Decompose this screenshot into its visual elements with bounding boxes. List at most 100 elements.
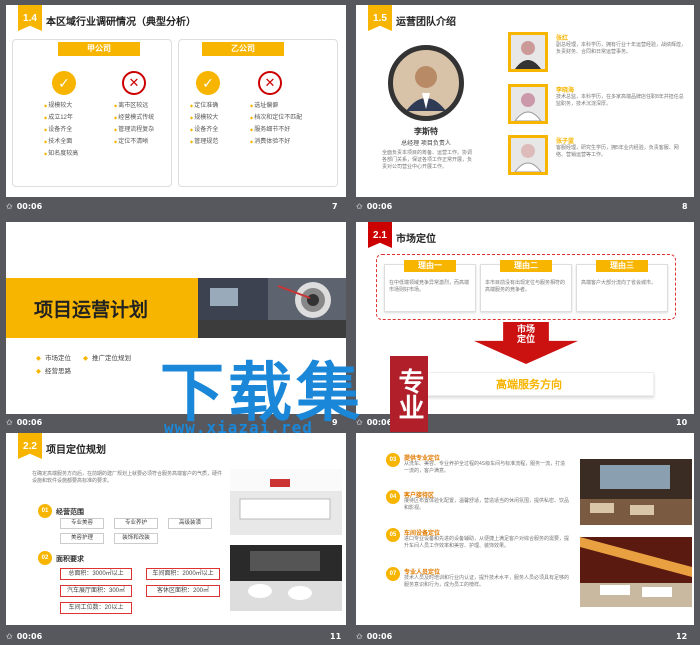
time-label: 00:06 xyxy=(366,418,393,427)
header-photo xyxy=(198,278,346,320)
person-icon xyxy=(514,144,542,173)
scope-tag: 专业美容 xyxy=(60,518,104,529)
area-tag: 客休区面积：200㎡ xyxy=(146,585,220,597)
scope-tag: 专业养护 xyxy=(114,518,158,529)
list-item: 规模较大 xyxy=(44,103,72,109)
b-pros-list: 定位准确 规模较大 设备齐全 管理规范 xyxy=(190,100,218,148)
leader-avatar xyxy=(388,45,464,121)
leader-name: 李斯特 xyxy=(414,127,438,136)
slide-7-timer: ✩ 00:06 xyxy=(6,202,42,211)
menu-item[interactable]: 经营思路 xyxy=(45,365,71,378)
item-number: 05 xyxy=(386,528,400,542)
section-badge: 2.2 xyxy=(18,433,42,459)
slide-9-timer: ✩ 00:06 xyxy=(6,418,42,427)
slide-8[interactable]: 1.5 运营团队介绍 李斯特 总经理 项目负责人 全面负责本项目的筹备、运营工作… xyxy=(356,5,694,197)
section-badge: 1.5 xyxy=(368,5,392,31)
time-label: 00:06 xyxy=(366,202,393,211)
member-desc: 副总经理，本科学历，拥有行业十年运营经验，战绩辉煌，负责财务、合同和日常运营事务… xyxy=(556,42,687,55)
slide-title: 运营团队介绍 xyxy=(396,17,456,28)
person-icon xyxy=(515,41,541,69)
area-tag: 车间工位数：20以上 xyxy=(60,602,132,614)
item-number: 04 xyxy=(386,490,400,504)
list-item: 成立12年 xyxy=(44,115,73,121)
list-item: 知名度较高 xyxy=(44,151,78,157)
time-label: 00:06 xyxy=(16,202,43,211)
cross-icon: ✕ xyxy=(258,71,282,95)
scope-tag: 装饰和改装 xyxy=(114,533,158,544)
slide-11[interactable]: 2.2 项目定位规划 在确定高端服务方向后，在前期的建厂规划上就要必须符合服务高… xyxy=(6,433,346,625)
list-item: 规模较大 xyxy=(190,115,218,121)
person-icon xyxy=(406,66,446,111)
member-photo xyxy=(508,135,548,175)
b-cons-list: 选址偏僻 档次和定位不匹配 服务细节不好 消费体验不好 xyxy=(250,100,302,148)
scope-tag: 美容护理 xyxy=(60,533,104,544)
menu-item[interactable]: 推广定位规划 xyxy=(92,352,131,365)
slide-12[interactable]: 03 提供专业定位 从洗车、美容、专业养护全过程的4S级车间与标准流程，服务一流… xyxy=(356,433,694,625)
interior-image xyxy=(580,537,692,607)
list-item: 设备齐全 xyxy=(190,127,218,133)
a-cons-list: 离市区较远 经营模式传统 管理流程复杂 定位不清晰 xyxy=(114,100,154,148)
item-text: 技术人员及时培训和行业内认证，提升技术水平，服务人员必须具有足够的服务意识和行为… xyxy=(404,575,570,588)
reason-text: 本市目前没有出现定位与服务相符的高端服务的竞争者。 xyxy=(485,280,566,293)
time-label: 00:06 xyxy=(366,632,393,641)
company-a-label: 甲公司 xyxy=(58,42,140,56)
item-number: 03 xyxy=(386,453,400,467)
slide-12-timer: ✩ 00:06 xyxy=(356,632,392,641)
list-item: 定位准确 xyxy=(190,103,218,109)
a-pros-list: 规模较大 成立12年 设备齐全 技术全面 知名度较高 xyxy=(44,100,78,160)
menu-list: ◆ 市场定位 ◆ 推广定位规划 ◆ 经营思路 xyxy=(36,352,131,378)
showroom-photo xyxy=(230,469,342,535)
slide-11-timer: ✩ 00:06 xyxy=(6,632,42,641)
item-text: 接待区布置体验化配置，温馨舒适，营造适当的休闲氛围，提供私密、饮品和影视。 xyxy=(404,498,570,511)
area-tag: 车间面积：2000㎡以上 xyxy=(146,568,220,580)
star-icon: ✩ xyxy=(6,632,13,641)
slide-number: 10 xyxy=(676,418,688,427)
member-photo xyxy=(508,32,548,72)
item-number: 07 xyxy=(386,567,400,581)
list-item: 技术全面 xyxy=(44,139,72,145)
time-label: 00:06 xyxy=(16,632,43,641)
slide-title: 本区域行业调研情况（典型分析） xyxy=(46,17,196,28)
diamond-icon: ◆ xyxy=(36,368,41,375)
section-badge: 1.4 xyxy=(18,5,42,31)
list-item: 离市区较远 xyxy=(114,103,148,109)
list-item: 选址偏僻 xyxy=(250,103,278,109)
area-tag: 汽车展厅面积：300㎡ xyxy=(60,585,132,597)
time-label: 00:06 xyxy=(16,418,43,427)
slide-8-timer: ✩ 00:06 xyxy=(356,202,392,211)
list-item: 定位不清晰 xyxy=(114,139,148,145)
list-item: 管理规范 xyxy=(190,139,218,145)
list-item: 经营模式传统 xyxy=(114,115,154,121)
reason-label: 理由三 xyxy=(596,260,648,272)
item-text: 进口专业设备和先进的设备辅助，从便捷上满足客户对综合服务的需要，提升车间人员工作… xyxy=(404,536,570,549)
section-heading: 面积要求 xyxy=(56,556,84,563)
section-number: 01 xyxy=(38,504,52,518)
slide-number: 12 xyxy=(676,632,688,641)
slide-title: 市场定位 xyxy=(396,234,436,245)
slide-title: 项目定位规划 xyxy=(46,445,106,456)
area-tag: 总面积：3000㎡以上 xyxy=(60,568,132,580)
star-icon: ✩ xyxy=(6,418,13,427)
lounge-photo xyxy=(230,545,342,611)
reason-text: 在中低端领域竞争异常激烈，而高端市场则好市场。 xyxy=(389,280,470,293)
slide-number: 11 xyxy=(330,632,342,641)
interior-image xyxy=(230,545,342,611)
list-item: 设备齐全 xyxy=(44,127,72,133)
star-icon: ✩ xyxy=(356,632,363,641)
star-icon: ✩ xyxy=(6,202,13,211)
scope-tag: 高级装潢 xyxy=(168,518,212,529)
target-image xyxy=(198,278,331,320)
interior-image xyxy=(580,459,692,525)
watermark-url: www.xiazai.red xyxy=(164,418,313,437)
item-text: 从洗车、美容、专业养护全过程的4S级车间与标准流程，服务一流，打造一流的，客户满… xyxy=(404,461,566,474)
member-name: 张红 xyxy=(556,36,569,42)
dark-bar xyxy=(198,320,346,338)
list-item: 管理流程复杂 xyxy=(114,127,154,133)
person-icon xyxy=(514,93,542,122)
section-heading: 经营范围 xyxy=(56,509,84,516)
reason-label: 理由二 xyxy=(500,260,552,272)
slide-number: 7 xyxy=(332,202,338,211)
menu-item[interactable]: 市场定位 xyxy=(45,352,71,365)
interior-image xyxy=(230,469,342,535)
slide-7[interactable]: 1.4 本区域行业调研情况（典型分析） 甲公司 乙公司 ✓ ✕ ✓ ✕ 规模较大… xyxy=(6,5,346,197)
